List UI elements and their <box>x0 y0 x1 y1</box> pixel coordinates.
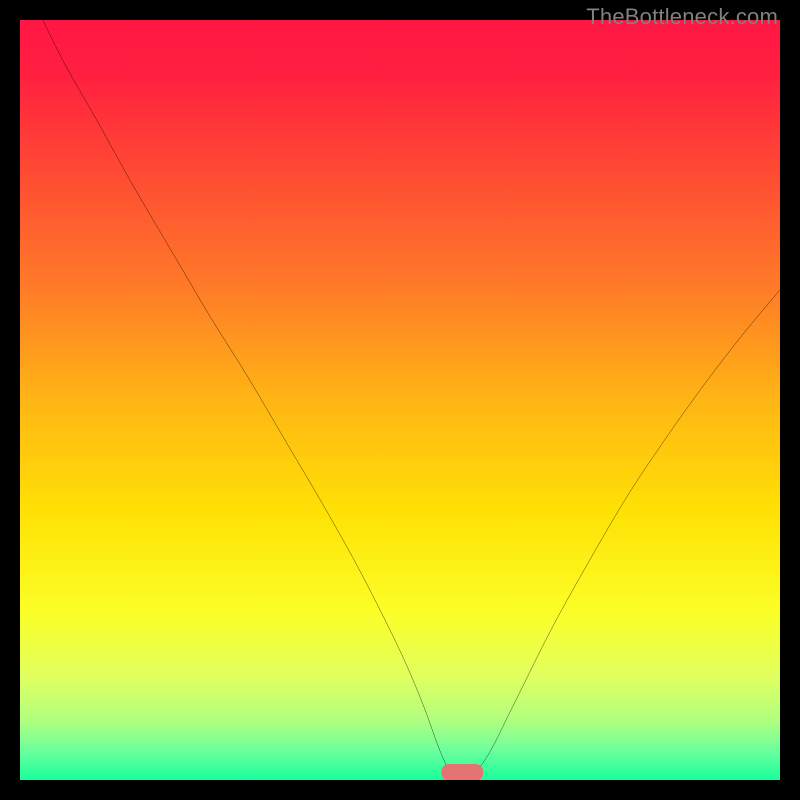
watermark-text: TheBottleneck.com <box>586 4 778 30</box>
chart-frame: TheBottleneck.com <box>0 0 800 800</box>
chart-svg <box>20 20 780 780</box>
gradient-background <box>20 20 780 780</box>
marker-pill <box>441 764 483 780</box>
